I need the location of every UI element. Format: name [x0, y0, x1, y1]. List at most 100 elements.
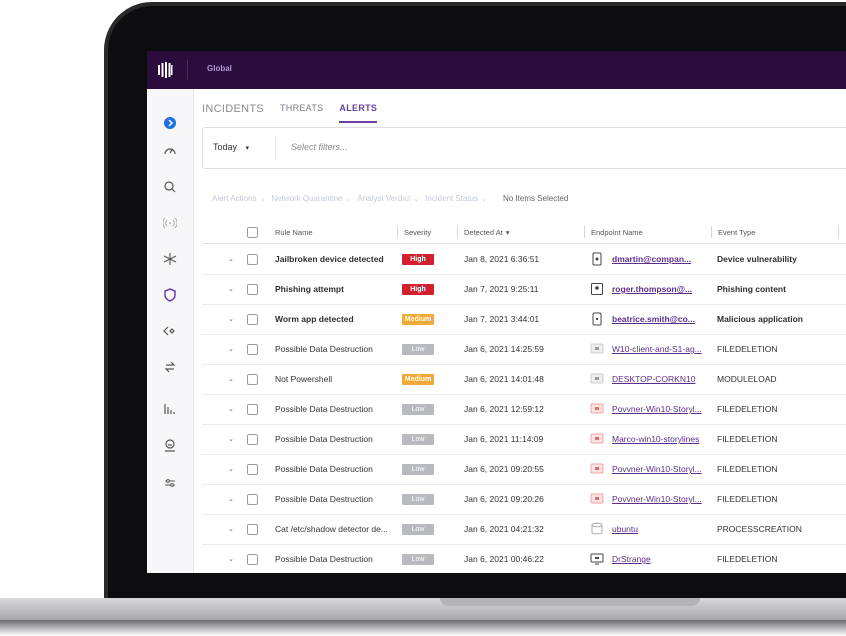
- network-quarantine-label: Network Quarantine: [271, 193, 343, 203]
- rule-name[interactable]: Phishing attempt: [275, 274, 395, 304]
- row-checkbox[interactable]: [247, 493, 258, 505]
- expand-row-chevron-icon[interactable]: ⌄: [228, 555, 234, 563]
- tab-threats[interactable]: THREATS: [280, 103, 323, 123]
- row-checkbox[interactable]: [247, 253, 258, 265]
- rule-name[interactable]: Possible Data Destruction: [275, 454, 395, 484]
- incident-status-menu[interactable]: Incident Status ⌄: [425, 194, 487, 203]
- rule-name[interactable]: Possible Data Destruction: [275, 334, 395, 364]
- column-header-event-type[interactable]: Event Type: [711, 221, 755, 243]
- table-row[interactable]: ⌄ Possible Data Destruction Low Jan 6, 2021…: [202, 394, 846, 425]
- main-panel: INCIDENTS THREATS ALERTS Today ▾ Select …: [193, 89, 846, 573]
- alert-actions-menu[interactable]: Alert Actions ⌄: [212, 194, 265, 203]
- row-checkbox[interactable]: [247, 553, 258, 565]
- sidebar-item-reports[interactable]: [147, 397, 193, 421]
- column-header-endpoint-name[interactable]: Endpoint Name: [584, 221, 643, 243]
- column-header-severity[interactable]: Severity: [397, 221, 431, 243]
- endpoint-link[interactable]: Povvner-Win10-Storyl...: [612, 404, 702, 414]
- column-header-detected-at[interactable]: Detected At ▾: [457, 221, 510, 243]
- sidebar-item-settings[interactable]: [147, 471, 193, 495]
- expand-row-chevron-icon[interactable]: ⌄: [228, 525, 234, 533]
- laptop-notch: [440, 598, 700, 606]
- sidebar-item-search[interactable]: [147, 175, 193, 199]
- sync-icon: [164, 361, 176, 373]
- filters-input[interactable]: Select filters...: [291, 142, 348, 152]
- scope-selector[interactable]: Global: [207, 64, 232, 73]
- endpoint-link[interactable]: DrStrange: [612, 554, 651, 564]
- severity-badge: Low: [402, 493, 434, 505]
- expand-row-chevron-icon[interactable]: ⌄: [228, 255, 234, 263]
- expand-row-chevron-icon[interactable]: ⌄: [228, 495, 234, 503]
- expand-row-chevron-icon[interactable]: ⌄: [228, 465, 234, 473]
- table-row[interactable]: ⌄ Cat /etc/shadow detector de... Low Jan 6,…: [202, 514, 846, 545]
- brand-logo-icon[interactable]: [157, 62, 173, 78]
- row-checkbox[interactable]: [247, 463, 258, 475]
- expand-row-chevron-icon[interactable]: ⌄: [228, 285, 234, 293]
- expand-row-chevron-icon[interactable]: ⌄: [228, 345, 234, 353]
- row-checkbox[interactable]: [247, 343, 258, 355]
- endpoint-link[interactable]: W10-client-and-S1-ag...: [612, 344, 702, 354]
- endpoint-link[interactable]: Povvner-Win10-Storyl...: [612, 464, 702, 474]
- table-row[interactable]: ⌄ Possible Data Destruction Low Jan 6, 2021…: [202, 424, 846, 455]
- table-row[interactable]: ⌄ Possible Data Destruction Low Jan 6, 2021…: [202, 484, 846, 515]
- rule-name[interactable]: Possible Data Destruction: [275, 544, 395, 573]
- table-row[interactable]: ⌄ Phishing attempt High Jan 7, 2021 9:25:11…: [202, 274, 846, 305]
- row-checkbox[interactable]: [247, 403, 258, 415]
- analyst-verdict-menu[interactable]: Analyst Verdict ⌄: [357, 194, 419, 203]
- sidebar-item-sync[interactable]: [147, 355, 193, 379]
- tab-incidents[interactable]: INCIDENTS: [202, 103, 264, 123]
- rule-name[interactable]: Worm app detected: [275, 304, 395, 334]
- select-all-checkbox[interactable]: [247, 221, 258, 243]
- expand-row-chevron-icon[interactable]: ⌄: [228, 315, 234, 323]
- endpoint-link[interactable]: beatrice.smith@co...: [612, 314, 695, 324]
- event-type: FILEDELETION: [717, 434, 778, 444]
- endpoint-link[interactable]: roger.thompson@...: [612, 284, 692, 294]
- row-checkbox[interactable]: [247, 313, 258, 325]
- expand-row-chevron-icon[interactable]: ⌄: [228, 435, 234, 443]
- table-row[interactable]: ⌄ Possible Data Destruction Low Jan 6, 2021…: [202, 334, 846, 365]
- bar-chart-icon: [164, 404, 175, 414]
- sidebar-item-info[interactable]: [147, 111, 193, 135]
- rule-name[interactable]: Not Powershell: [275, 364, 395, 394]
- endpoint-link[interactable]: dmartin@compan...: [612, 254, 691, 264]
- server-icon: [590, 522, 604, 536]
- endpoint-link[interactable]: Povvner-Win10-Storyl...: [612, 494, 702, 504]
- sidebar-item-apps[interactable]: [147, 319, 193, 343]
- sidebar-item-radar[interactable]: [147, 211, 193, 235]
- sidebar-item-users[interactable]: [147, 433, 193, 457]
- rule-name[interactable]: Possible Data Destruction: [275, 484, 395, 514]
- table-row[interactable]: ⌄ Possible Data Destruction Low Jan 6, 2021…: [202, 544, 846, 573]
- endpoint-link[interactable]: Marco-win10-storylines: [612, 434, 699, 444]
- windows-alert-icon: [590, 462, 604, 476]
- column-header-rule-name[interactable]: Rule Name: [275, 221, 313, 243]
- top-bar: Global: [147, 51, 846, 89]
- table-row[interactable]: ⌄ Jailbroken device detected High Jan 8, 20…: [202, 244, 846, 275]
- sidebar-item-alerts[interactable]: [147, 283, 193, 307]
- detected-at: Jan 6, 2021 09:20:55: [464, 464, 544, 474]
- expand-row-chevron-icon[interactable]: ⌄: [228, 375, 234, 383]
- table-row[interactable]: ⌄ Not Powershell Medium Jan 6, 2021 14:01:4…: [202, 364, 846, 395]
- endpoint-name-header-label: Endpoint Name: [591, 227, 643, 237]
- severity-badge: Low: [402, 463, 434, 475]
- row-checkbox[interactable]: [247, 283, 258, 295]
- sliders-icon: [165, 479, 175, 487]
- endpoint-link[interactable]: ubuntu: [612, 524, 638, 534]
- network-quarantine-menu[interactable]: Network Quarantine ⌄: [271, 194, 351, 203]
- severity-badge: Low: [402, 343, 434, 355]
- sidebar: [147, 89, 194, 573]
- table-row[interactable]: ⌄ Worm app detected Medium Jan 7, 2021 3:44…: [202, 304, 846, 335]
- rule-name[interactable]: Jailbroken device detected: [275, 244, 395, 274]
- rule-name[interactable]: Cat /etc/shadow detector de...: [275, 514, 395, 544]
- table-row[interactable]: ⌄ Possible Data Destruction Low Jan 6, 2021…: [202, 454, 846, 485]
- expand-row-chevron-icon[interactable]: ⌄: [228, 405, 234, 413]
- date-range-dropdown[interactable]: Today ▾: [213, 142, 249, 152]
- rule-name[interactable]: Possible Data Destruction: [275, 394, 395, 424]
- sidebar-item-network[interactable]: [147, 247, 193, 271]
- row-checkbox[interactable]: [247, 373, 258, 385]
- rule-name[interactable]: Possible Data Destruction: [275, 424, 395, 454]
- row-checkbox[interactable]: [247, 433, 258, 445]
- endpoint-link[interactable]: DESKTOP-CORKN10: [612, 374, 695, 384]
- tab-alerts[interactable]: ALERTS: [339, 103, 378, 123]
- sidebar-item-dashboard[interactable]: [147, 139, 193, 163]
- row-checkbox[interactable]: [247, 523, 258, 535]
- detected-at: Jan 6, 2021 14:25:59: [464, 344, 544, 354]
